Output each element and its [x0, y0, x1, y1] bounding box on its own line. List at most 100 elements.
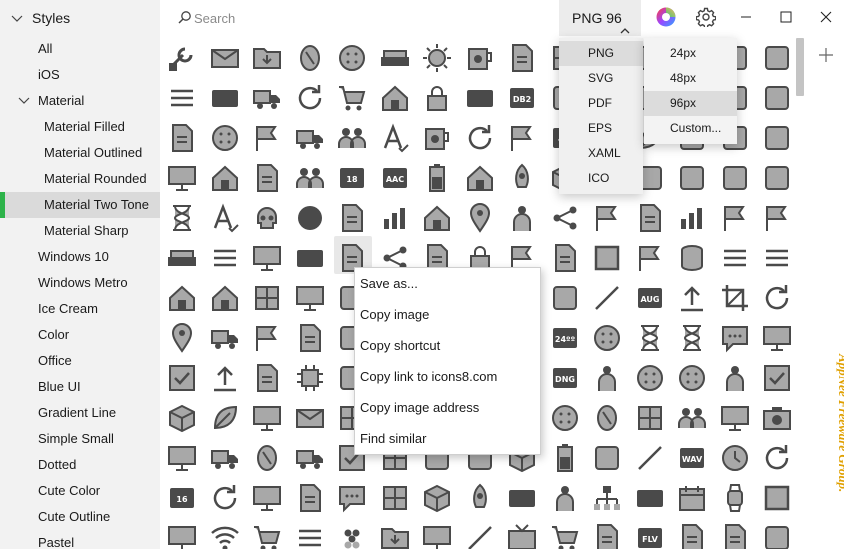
box-icon[interactable] — [420, 481, 454, 515]
camera-icon[interactable] — [760, 401, 794, 435]
text-a-icon[interactable] — [378, 121, 412, 155]
sidebar-item-material-outlined[interactable]: Material Outlined — [0, 140, 160, 166]
truck-icon[interactable] — [208, 321, 242, 355]
wrench-icon[interactable] — [165, 41, 199, 75]
mail-icon[interactable] — [208, 41, 242, 75]
wav-icon[interactable]: WAV — [675, 441, 709, 475]
minimize-button[interactable] — [728, 0, 764, 36]
skull-icon[interactable] — [250, 201, 284, 235]
flag-icon[interactable] — [633, 241, 667, 275]
format-option-ico[interactable]: ICO — [559, 166, 643, 191]
mail-icon[interactable] — [293, 401, 327, 435]
sofa-icon[interactable] — [378, 41, 412, 75]
circle-dots-icon[interactable] — [633, 361, 667, 395]
sidebar-item-windows-metro[interactable]: Windows Metro — [0, 270, 160, 296]
flag-icon[interactable] — [250, 121, 284, 155]
size-option-24px[interactable]: 24px — [644, 41, 737, 66]
sidebar-item-material-rounded[interactable]: Material Rounded — [0, 166, 160, 192]
db-icon[interactable] — [675, 241, 709, 275]
calendar-16-icon[interactable]: 16 — [165, 481, 199, 515]
maximize-button[interactable] — [768, 0, 804, 36]
tag-icon[interactable] — [293, 241, 327, 275]
refresh-icon[interactable] — [293, 81, 327, 115]
people-icon[interactable] — [293, 161, 327, 195]
cart-icon[interactable] — [548, 521, 582, 549]
sidebar-item-cute-outline[interactable]: Cute Outline — [0, 504, 160, 530]
sidebar-item-office[interactable]: Office — [0, 348, 160, 374]
monitor-icon[interactable] — [293, 281, 327, 315]
size-option-custom[interactable]: Custom... — [644, 116, 737, 141]
format-option-pdf[interactable]: PDF — [559, 91, 643, 116]
context-copy-image-address[interactable]: Copy image address — [360, 395, 479, 421]
doc-icon[interactable] — [718, 521, 752, 549]
blank-icon[interactable] — [718, 161, 752, 195]
truck-icon[interactable] — [293, 121, 327, 155]
list-icon[interactable] — [208, 241, 242, 275]
blank-icon[interactable] — [675, 161, 709, 195]
format-option-png[interactable]: PNG — [559, 41, 643, 66]
sidebar-item-blue-ui[interactable]: Blue UI — [0, 374, 160, 400]
bars-icon[interactable] — [378, 201, 412, 235]
format-option-eps[interactable]: EPS — [559, 116, 643, 141]
context-copy-link-to-icons8-com[interactable]: Copy link to icons8.com — [360, 364, 497, 390]
sidebar-item-ice-cream[interactable]: Ice Cream — [0, 296, 160, 322]
search-input[interactable] — [194, 8, 514, 28]
square-icon[interactable] — [590, 241, 624, 275]
diag-icon[interactable] — [633, 441, 667, 475]
sidebar-item-all[interactable]: All — [0, 36, 160, 62]
sidebar-item-ios[interactable]: iOS — [0, 62, 160, 88]
rocket-icon[interactable] — [505, 161, 539, 195]
list-icon[interactable] — [760, 241, 794, 275]
format-size-button[interactable]: PNG 96 — [559, 0, 641, 36]
circle-dots-icon[interactable] — [675, 361, 709, 395]
people-icon[interactable] — [335, 121, 369, 155]
doc-icon[interactable] — [590, 521, 624, 549]
monitor-icon[interactable] — [760, 321, 794, 355]
flv-icon[interactable]: FLV — [633, 521, 667, 549]
rocket-icon[interactable] — [463, 481, 497, 515]
refresh-icon[interactable] — [760, 281, 794, 315]
cup-icon[interactable] — [420, 121, 454, 155]
format-option-xaml[interactable]: XAML — [559, 141, 643, 166]
format-option-svg[interactable]: SVG — [559, 66, 643, 91]
sidebar-item-dotted[interactable]: Dotted — [0, 452, 160, 478]
house-icon[interactable] — [208, 161, 242, 195]
flag-icon[interactable] — [250, 321, 284, 355]
cart-icon[interactable] — [335, 81, 369, 115]
square-icon[interactable] — [760, 481, 794, 515]
flag-icon[interactable] — [590, 201, 624, 235]
crop-icon[interactable] — [718, 281, 752, 315]
db2-icon[interactable]: DB2 — [505, 81, 539, 115]
aac-icon[interactable]: AAC — [378, 161, 412, 195]
org-icon[interactable] — [590, 481, 624, 515]
settings-button[interactable] — [688, 0, 724, 36]
flag-icon[interactable] — [760, 201, 794, 235]
doc-icon[interactable] — [165, 121, 199, 155]
circle-dots-icon[interactable] — [335, 41, 369, 75]
monitor-icon[interactable] — [250, 241, 284, 275]
hourglass-icon[interactable] — [675, 321, 709, 355]
person-icon[interactable] — [505, 201, 539, 235]
truck-icon[interactable] — [250, 81, 284, 115]
pin-icon[interactable] — [463, 201, 497, 235]
monitor-icon[interactable] — [165, 521, 199, 549]
house-icon[interactable] — [420, 201, 454, 235]
sidebar-item-cute-color[interactable]: Cute Color — [0, 478, 160, 504]
truck-icon[interactable] — [293, 441, 327, 475]
refresh-icon[interactable] — [760, 441, 794, 475]
sidebar-item-windows-10[interactable]: Windows 10 — [0, 244, 160, 270]
check-icon[interactable] — [165, 361, 199, 395]
circle-dots-icon[interactable] — [548, 401, 582, 435]
check-icon[interactable] — [760, 361, 794, 395]
context-copy-shortcut[interactable]: Copy shortcut — [360, 333, 440, 359]
grid-icon[interactable] — [378, 481, 412, 515]
time-24-icon[interactable]: 24ºº — [548, 321, 582, 355]
battery-icon[interactable] — [420, 161, 454, 195]
folder-icon[interactable] — [378, 521, 412, 549]
monitor-icon[interactable] — [250, 481, 284, 515]
list-icon[interactable] — [718, 241, 752, 275]
blank-icon[interactable] — [760, 81, 794, 115]
upload-icon[interactable] — [675, 281, 709, 315]
list-icon[interactable] — [165, 81, 199, 115]
sidebar-item-material-sharp[interactable]: Material Sharp — [0, 218, 160, 244]
